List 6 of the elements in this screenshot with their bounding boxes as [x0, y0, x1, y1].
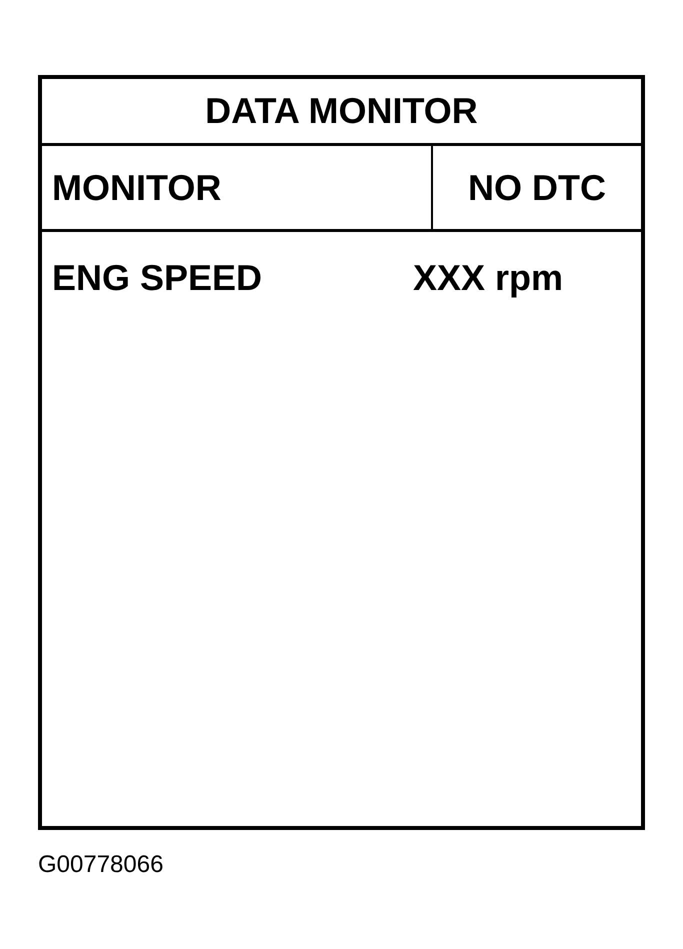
status-label: NO DTC [468, 166, 606, 208]
panel-title: DATA MONITOR [205, 90, 478, 132]
parameter-name: ENG SPEED [52, 257, 262, 298]
mode-label: MONITOR [52, 166, 222, 208]
figure-id: G00778066 [38, 851, 164, 878]
parameter-value: XXX rpm [413, 257, 564, 298]
